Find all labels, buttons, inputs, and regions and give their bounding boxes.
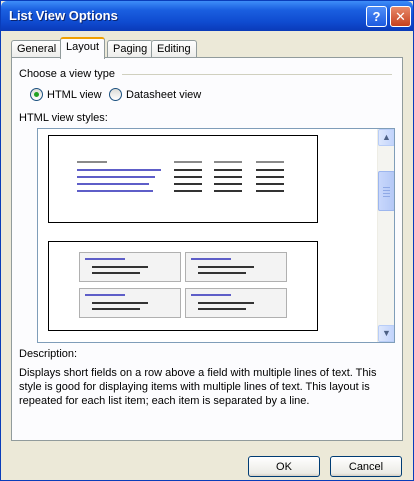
- datasheet-view-label: Datasheet view: [126, 88, 202, 101]
- preview-line: [174, 169, 202, 171]
- style-preview-2[interactable]: [48, 241, 318, 331]
- dialog-title: List View Options: [9, 8, 118, 23]
- scroll-thumb[interactable]: [378, 171, 394, 211]
- preview-line: [256, 169, 284, 171]
- view-styles-listbox[interactable]: ▲ ▼: [37, 128, 395, 343]
- view-type-legend: Choose a view type: [19, 68, 119, 80]
- radio-unchecked-icon: [109, 88, 122, 101]
- preview-card: [79, 252, 181, 282]
- grip-line: [383, 193, 390, 194]
- layout-tab-panel: Choose a view type HTML view Datasheet v…: [11, 57, 403, 441]
- preview-line: [85, 294, 125, 296]
- tab-label: Editing: [157, 43, 191, 55]
- grip-line: [383, 190, 390, 191]
- close-button[interactable]: ✕: [390, 6, 411, 27]
- preview-line: [214, 190, 242, 192]
- preview-line: [198, 266, 254, 268]
- description-label: Description:: [19, 348, 78, 360]
- preview-line: [77, 183, 149, 185]
- preview-line: [198, 308, 246, 310]
- radio-checked-icon: [30, 88, 43, 101]
- tab-label: Paging: [113, 43, 148, 55]
- preview-line: [174, 176, 202, 178]
- tab-paging[interactable]: Paging: [107, 40, 154, 58]
- style-preview-1[interactable]: [48, 135, 318, 223]
- preview-line: [198, 272, 246, 274]
- html-view-label: HTML view: [47, 88, 102, 101]
- preview-line: [92, 266, 148, 268]
- preview-line: [92, 308, 140, 310]
- preview-card: [185, 252, 287, 282]
- arrow-up-icon: ▲: [382, 132, 391, 142]
- tab-label: Layout: [66, 41, 100, 53]
- preview-line: [256, 190, 284, 192]
- preview-line: [92, 272, 140, 274]
- preview-line: [85, 258, 125, 260]
- preview-line: [198, 302, 254, 304]
- preview-line: [174, 161, 202, 163]
- grip-line: [383, 187, 390, 188]
- html-view-radio[interactable]: HTML view: [30, 88, 102, 101]
- preview-line: [92, 302, 148, 304]
- preview-line: [77, 190, 153, 192]
- preview-line: [256, 161, 284, 163]
- styles-label: HTML view styles:: [19, 112, 108, 124]
- preview-line: [214, 161, 242, 163]
- preview-card: [185, 288, 287, 318]
- help-button[interactable]: ?: [366, 6, 387, 27]
- group-divider: [122, 74, 392, 75]
- preview-line: [256, 183, 284, 185]
- description-text: Displays short fields on a row above a f…: [19, 367, 377, 407]
- datasheet-view-radio[interactable]: Datasheet view: [109, 88, 201, 101]
- ok-button[interactable]: OK: [248, 456, 320, 477]
- preview-line: [256, 176, 284, 178]
- preview-line: [77, 169, 161, 171]
- tab-editing[interactable]: Editing: [151, 40, 197, 58]
- arrow-down-icon: ▼: [382, 328, 391, 338]
- preview-line: [77, 161, 107, 163]
- title-bar: List View Options ? ✕: [1, 1, 413, 31]
- preview-line: [174, 183, 202, 185]
- tab-layout[interactable]: Layout: [60, 37, 106, 59]
- preview-card: [79, 288, 181, 318]
- preview-line: [174, 190, 202, 192]
- help-icon: ?: [372, 9, 381, 24]
- scroll-down-button[interactable]: ▼: [378, 325, 394, 342]
- tab-general[interactable]: General: [11, 40, 63, 58]
- close-icon: ✕: [395, 9, 406, 24]
- grip-line: [383, 196, 390, 197]
- cancel-button[interactable]: Cancel: [330, 456, 402, 477]
- tab-strip: General Layout Paging Editing: [11, 37, 401, 59]
- tab-label: General: [17, 43, 57, 55]
- dialog-window: List View Options ? ✕ General Layout Pag…: [0, 0, 414, 481]
- preview-line: [77, 176, 155, 178]
- preview-line: [214, 176, 242, 178]
- preview-line: [214, 183, 242, 185]
- scroll-up-button[interactable]: ▲: [378, 129, 394, 146]
- preview-line: [191, 294, 231, 296]
- vertical-scrollbar[interactable]: ▲ ▼: [377, 129, 394, 342]
- preview-line: [191, 258, 231, 260]
- preview-line: [214, 169, 242, 171]
